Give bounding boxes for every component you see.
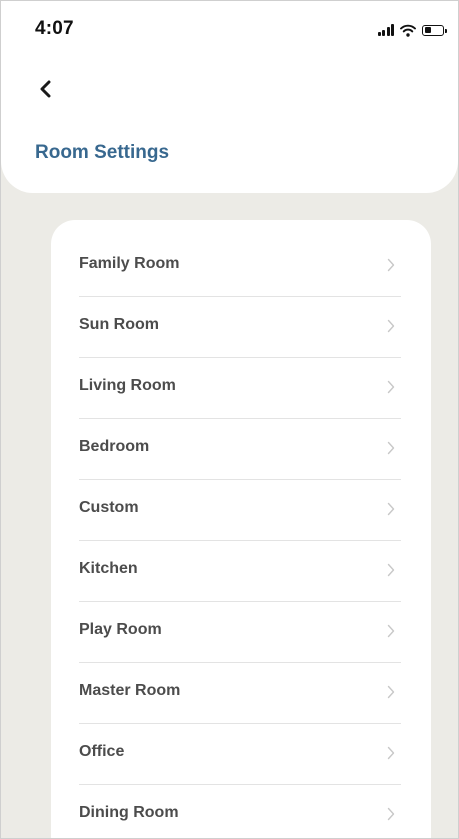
chevron-left-icon: [40, 80, 51, 98]
room-item-master-room[interactable]: Master Room: [79, 663, 401, 724]
cellular-signal-icon: [376, 24, 394, 36]
room-item-sun-room[interactable]: Sun Room: [79, 297, 401, 358]
room-label: Sun Room: [79, 316, 159, 333]
room-settings-screen: 4:07 Room Settings Family Room Sun Room …: [0, 0, 459, 839]
room-list: Family Room Sun Room Living Room Bedroom…: [79, 236, 401, 838]
room-label: Bedroom: [79, 438, 150, 455]
room-label: Play Room: [79, 621, 162, 638]
room-item-play-room[interactable]: Play Room: [79, 602, 401, 663]
room-item-office[interactable]: Office: [79, 724, 401, 785]
room-label: Master Room: [79, 682, 181, 699]
room-item-kitchen[interactable]: Kitchen: [79, 541, 401, 602]
room-label: Kitchen: [79, 560, 138, 577]
room-item-bedroom[interactable]: Bedroom: [79, 419, 401, 480]
header: 4:07 Room Settings: [1, 1, 458, 193]
chevron-right-icon: [387, 624, 395, 638]
chevron-right-icon: [387, 441, 395, 455]
chevron-right-icon: [387, 502, 395, 516]
chevron-right-icon: [387, 746, 395, 760]
chevron-right-icon: [387, 380, 395, 394]
back-button[interactable]: [31, 75, 59, 103]
chevron-right-icon: [387, 685, 395, 699]
room-label: Family Room: [79, 255, 180, 272]
room-item-custom[interactable]: Custom: [79, 480, 401, 541]
room-label: Dining Room: [79, 804, 179, 821]
room-item-dining-room[interactable]: Dining Room: [79, 785, 401, 838]
room-label: Custom: [79, 499, 139, 516]
chevron-right-icon: [387, 319, 395, 333]
room-list-card: Family Room Sun Room Living Room Bedroom…: [51, 220, 431, 838]
chevron-right-icon: [387, 258, 395, 272]
room-item-living-room[interactable]: Living Room: [79, 358, 401, 419]
chevron-right-icon: [387, 807, 395, 821]
chevron-right-icon: [387, 563, 395, 577]
status-time: 4:07: [35, 18, 74, 39]
room-item-family-room[interactable]: Family Room: [79, 236, 401, 297]
battery-level: [424, 27, 431, 33]
room-label: Living Room: [79, 377, 176, 394]
wifi-icon: [400, 24, 416, 37]
status-icons: [376, 22, 447, 38]
battery-icon: [422, 24, 447, 36]
room-label: Office: [79, 743, 125, 760]
status-bar: 4:07: [1, 1, 458, 55]
page-title: Room Settings: [35, 142, 170, 163]
